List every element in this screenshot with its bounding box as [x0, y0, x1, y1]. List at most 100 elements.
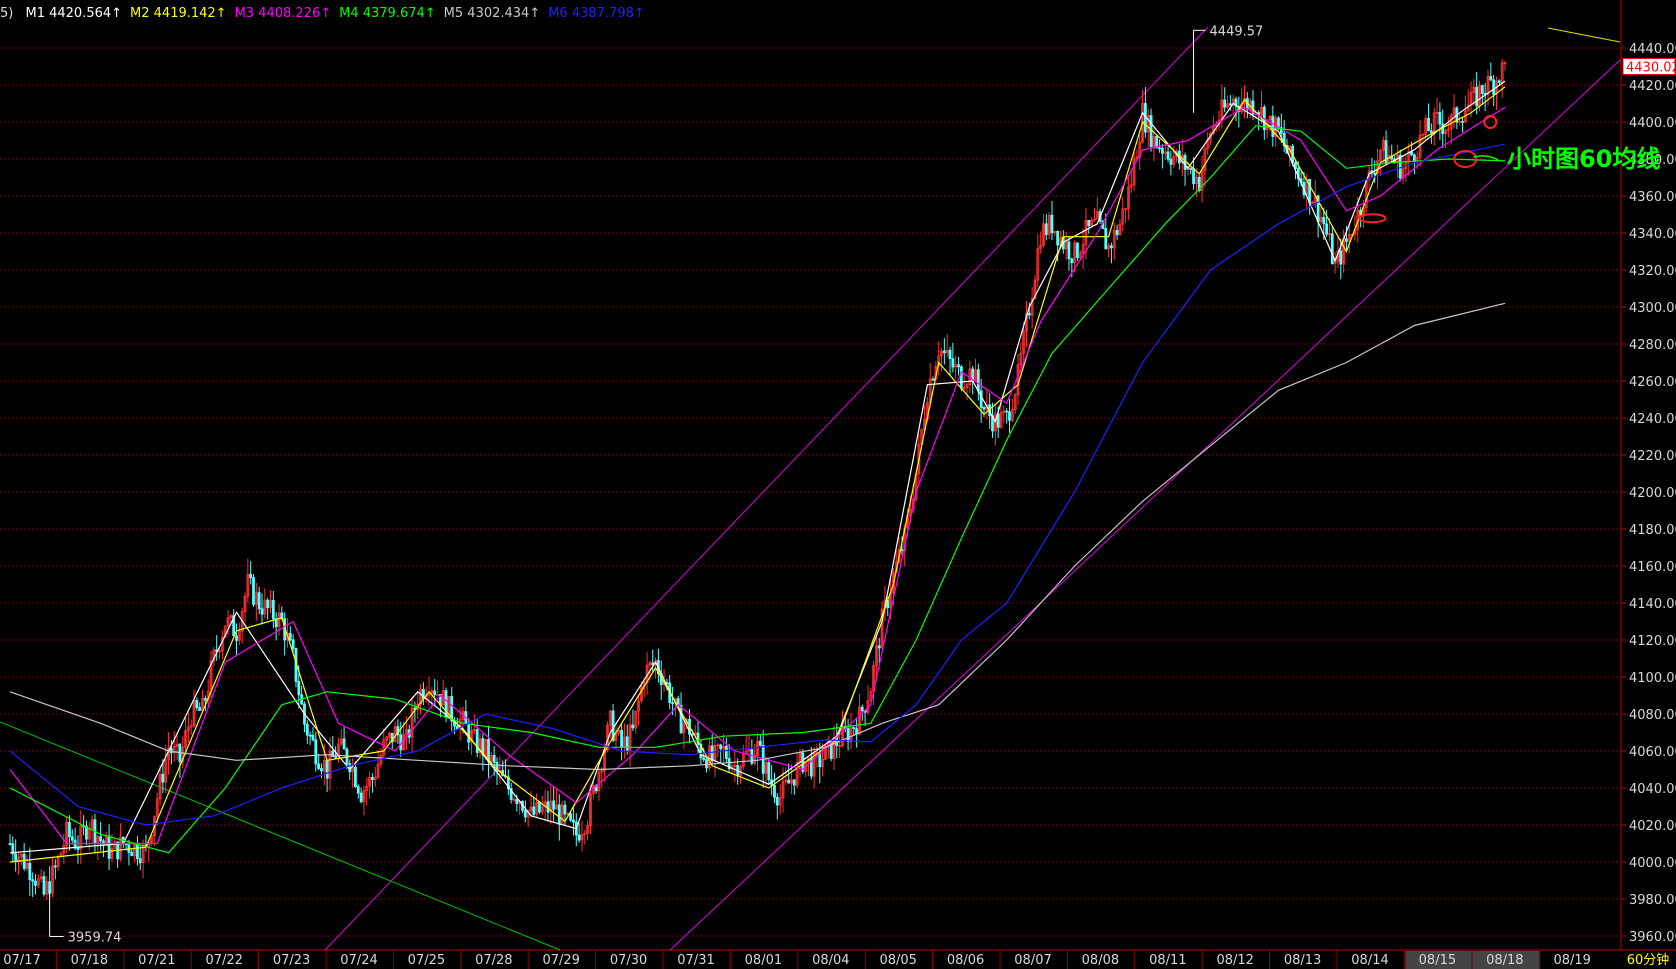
- candle-body: [1497, 80, 1501, 84]
- candle-body: [1330, 233, 1334, 265]
- candle-body: [297, 680, 301, 696]
- y-tick-label: 4000.00: [1629, 856, 1676, 871]
- y-tick-label: 4140.00: [1629, 597, 1676, 612]
- candle-body: [305, 723, 309, 736]
- x-tick-label: 08/19: [1553, 953, 1590, 968]
- x-tick-label: 07/24: [340, 953, 377, 968]
- candle-body: [288, 633, 292, 641]
- candle-body: [203, 697, 207, 701]
- channel-lower: [669, 59, 1621, 951]
- candle-body: [948, 349, 952, 360]
- candle-body: [291, 639, 295, 649]
- candle-body: [572, 819, 575, 823]
- candle-body: [860, 706, 864, 712]
- candle-body: [1427, 117, 1430, 132]
- trendline-yellow: [1547, 27, 1621, 43]
- x-tick-label: 08/07: [1014, 953, 1051, 968]
- candle-body: [1339, 250, 1343, 265]
- candle-body: [76, 847, 80, 850]
- x-tick-label: 08/13: [1284, 953, 1321, 968]
- candle-body: [538, 801, 541, 813]
- candle-body: [1005, 410, 1009, 413]
- y-tick-label: 4060.00: [1629, 745, 1676, 760]
- candle-body: [28, 862, 32, 881]
- y-tick-label: 4020.00: [1629, 819, 1676, 834]
- candle-body: [311, 734, 315, 741]
- candle-body: [1070, 258, 1074, 264]
- candle-body: [1429, 130, 1433, 133]
- candle-body: [705, 759, 708, 769]
- y-tick-label: 4100.00: [1629, 671, 1676, 686]
- x-tick-label: 07/28: [475, 953, 512, 968]
- y-tick-label: 4420.00: [1629, 79, 1676, 94]
- y-tick-label: 3980.00: [1629, 893, 1676, 908]
- x-tick-label: 08/15: [1419, 953, 1456, 968]
- candle-body: [198, 707, 202, 711]
- candle-body: [957, 364, 960, 368]
- candle-body: [931, 378, 935, 381]
- candle-body: [1110, 245, 1113, 249]
- candle-body: [631, 724, 635, 729]
- y-tick-label: 3960.00: [1629, 930, 1676, 945]
- y-tick-label: 4080.00: [1629, 708, 1676, 723]
- x-tick-label: 08/01: [745, 953, 782, 968]
- candle-body: [767, 762, 771, 781]
- candle-body: [557, 804, 561, 825]
- y-tick-label: 4280.00: [1629, 338, 1676, 353]
- candle-body: [342, 738, 346, 750]
- candle-body: [34, 880, 37, 886]
- y-tick-label: 4260.00: [1629, 375, 1676, 390]
- y-tick-label: 4120.00: [1629, 634, 1676, 649]
- candle-body: [1325, 223, 1329, 235]
- candle-body: [235, 635, 238, 641]
- candle-body: [1489, 76, 1493, 81]
- candle-body: [467, 723, 471, 743]
- candle-body: [1412, 154, 1416, 161]
- candle-body: [14, 853, 18, 863]
- candle-body: [1166, 151, 1170, 160]
- x-tick-label: 08/06: [947, 953, 984, 968]
- candle-body: [138, 858, 142, 864]
- candle-body: [1155, 136, 1159, 149]
- ma-line-m6: [9, 143, 1506, 826]
- candle-body: [249, 574, 253, 578]
- ma-line-m5: [9, 302, 1506, 771]
- candle-body: [569, 813, 573, 821]
- candle-body: [620, 729, 623, 748]
- annotation-label: 小时图60均线: [1507, 145, 1660, 173]
- candle-body: [758, 740, 762, 746]
- candle-body: [356, 786, 360, 794]
- x-tick-label: 08/18: [1486, 953, 1523, 968]
- candle-body: [1461, 120, 1464, 123]
- candle-body: [1008, 411, 1011, 421]
- candle-body: [532, 806, 536, 815]
- candle-body: [792, 779, 796, 786]
- candle-body: [161, 773, 165, 783]
- x-tick-label: 07/18: [71, 953, 108, 968]
- candle-body: [724, 745, 728, 759]
- x-tick-label: 07/22: [205, 953, 242, 968]
- candle-body: [444, 690, 448, 718]
- candle-body: [523, 809, 527, 818]
- candle-body: [877, 645, 881, 649]
- candle-body: [354, 766, 357, 788]
- candle-body: [42, 876, 46, 895]
- candle-body: [399, 734, 403, 751]
- candlestick-chart: 4440.004420.004400.004380.004360.004340.…: [0, 0, 1676, 969]
- candle-body: [979, 390, 983, 408]
- candle-body: [331, 750, 335, 757]
- candle-body: [1076, 242, 1079, 259]
- marker-ellipse-3: [1483, 115, 1498, 129]
- y-tick-label: 4360.00: [1629, 190, 1676, 205]
- y-tick-label: 4200.00: [1629, 486, 1676, 501]
- x-tick-label: 07/25: [408, 953, 445, 968]
- candle-body: [308, 734, 312, 737]
- candle-body: [1492, 79, 1496, 95]
- x-tick-label: 08/14: [1351, 953, 1388, 968]
- candle-body: [1228, 103, 1232, 106]
- x-tick-label: 07/21: [138, 953, 175, 968]
- candle-body: [846, 728, 850, 743]
- x-tick-label: 07/23: [273, 953, 310, 968]
- candle-body: [257, 592, 261, 610]
- candle-body: [1104, 228, 1108, 250]
